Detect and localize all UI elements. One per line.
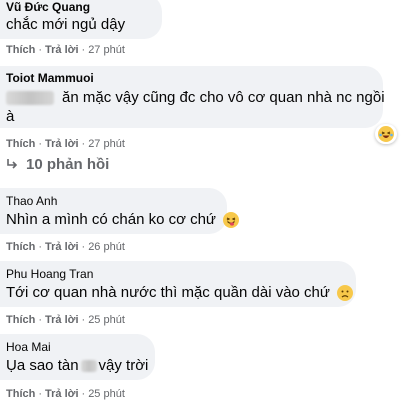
comment-text: Nhìn a mình có chán ko cơ chứ (6, 211, 240, 229)
like-button[interactable]: Thích (6, 44, 35, 56)
censored-name (6, 91, 54, 106)
frowning-emoji-icon (337, 285, 354, 302)
like-button[interactable]: Thích (6, 314, 35, 326)
comment-bubble: Thao Anh Nhìn a mình có chán ko cơ chứ (0, 188, 240, 234)
reply-button[interactable]: Trả lời (45, 44, 79, 56)
reply-button[interactable]: Trả lời (45, 388, 79, 400)
comment-actions: Thích · Trả lời · 27 phút (6, 44, 125, 56)
like-button[interactable]: Thích (6, 241, 35, 253)
comment-time[interactable]: 27 phút (88, 138, 125, 150)
comment-text-line1: ăn mặc vậy cũng đc cho vô cơ quan nhà nc… (62, 89, 385, 106)
comment-text: Tới cơ quan nhà nước thì mặc quần dài và… (6, 284, 354, 302)
comment-author[interactable]: Toiot Mammuoi (6, 71, 94, 85)
comment-time[interactable]: 25 phút (88, 314, 125, 326)
replies-count: 10 phản hồi (26, 156, 110, 173)
tongue-wink-emoji-icon (223, 212, 240, 229)
view-replies-link[interactable]: 10 phản hồi (6, 156, 109, 173)
laughing-emoji-icon (378, 126, 394, 142)
comment-text-body: Tới cơ quan nhà nước thì mặc quần dài và… (6, 284, 330, 301)
comment-text-line2: à (6, 108, 15, 125)
like-button[interactable]: Thích (6, 388, 35, 400)
comment-actions: Thích · Trả lời · 27 phút (6, 138, 125, 150)
comment-time[interactable]: 27 phút (88, 44, 125, 56)
reply-arrow-icon (6, 157, 18, 173)
comment-author[interactable]: Vũ Đức Quang (6, 0, 90, 14)
censored-word (80, 360, 97, 373)
comment-text: chắc mới ngủ dậy (6, 16, 126, 33)
comment-author[interactable]: Hoa Mai (6, 340, 51, 354)
comment-time[interactable]: 25 phút (88, 388, 125, 400)
comment-actions: Thích · Trả lời · 26 phút (6, 241, 125, 253)
comment-author[interactable]: Phu Hoang Tran (6, 267, 93, 281)
comment-text-before: Ụa sao tàn (6, 357, 79, 374)
comment-text-body: Nhìn a mình có chán ko cơ chứ (6, 211, 216, 228)
reply-button[interactable]: Trả lời (45, 241, 79, 253)
comment-text: ăn mặc vậy cũng đc cho vô cơ quan nhà nc… (6, 89, 385, 106)
reaction-badge[interactable] (375, 124, 397, 144)
comment-time[interactable]: 26 phút (88, 241, 125, 253)
comment-bubble: Hoa Mai Ụa sao tàn vậy trời (0, 334, 155, 380)
comment-actions: Thích · Trả lời · 25 phút (6, 314, 125, 326)
comment-bubble: Toiot Mammuoi ăn mặc vậy cũng đc cho vô … (0, 66, 385, 128)
reply-button[interactable]: Trả lời (45, 138, 79, 150)
comment-actions: Thích · Trả lời · 25 phút (6, 388, 125, 400)
comment-bubble: Vũ Đức Quang chắc mới ngủ dậy (0, 0, 162, 39)
reply-button[interactable]: Trả lời (45, 314, 79, 326)
comment-text-after: vậy trời (98, 357, 149, 374)
comment-text: Ụa sao tàn vậy trời (6, 357, 148, 374)
comment-bubble: Phu Hoang Tran Tới cơ quan nhà nước thì … (0, 261, 356, 307)
comment-author[interactable]: Thao Anh (6, 194, 57, 208)
like-button[interactable]: Thích (6, 138, 35, 150)
